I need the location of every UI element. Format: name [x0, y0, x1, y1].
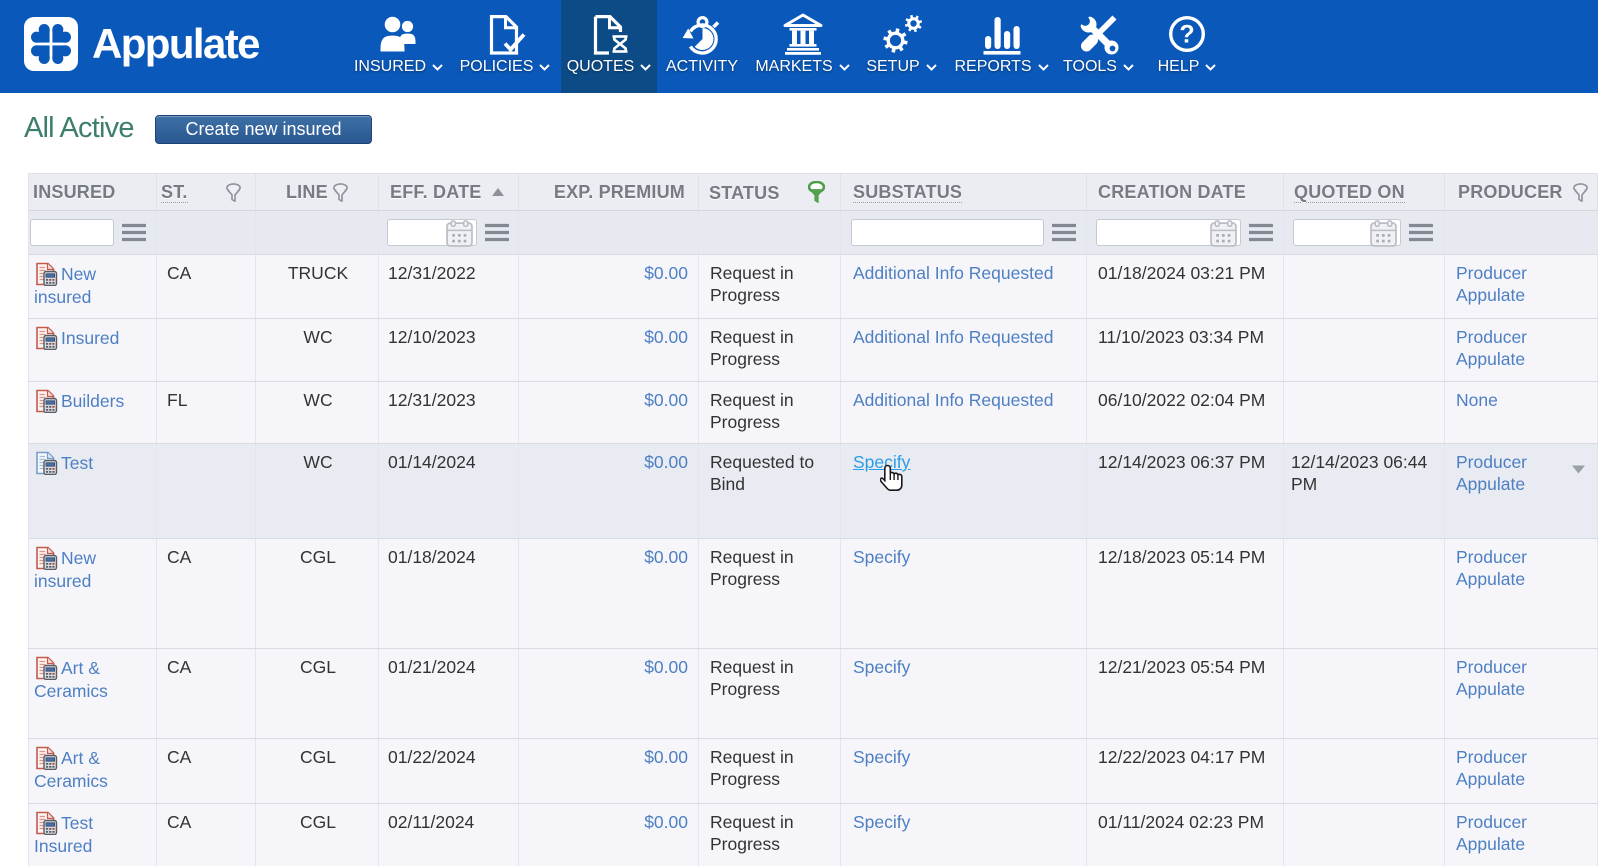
svg-text:?: ?: [1179, 21, 1194, 49]
